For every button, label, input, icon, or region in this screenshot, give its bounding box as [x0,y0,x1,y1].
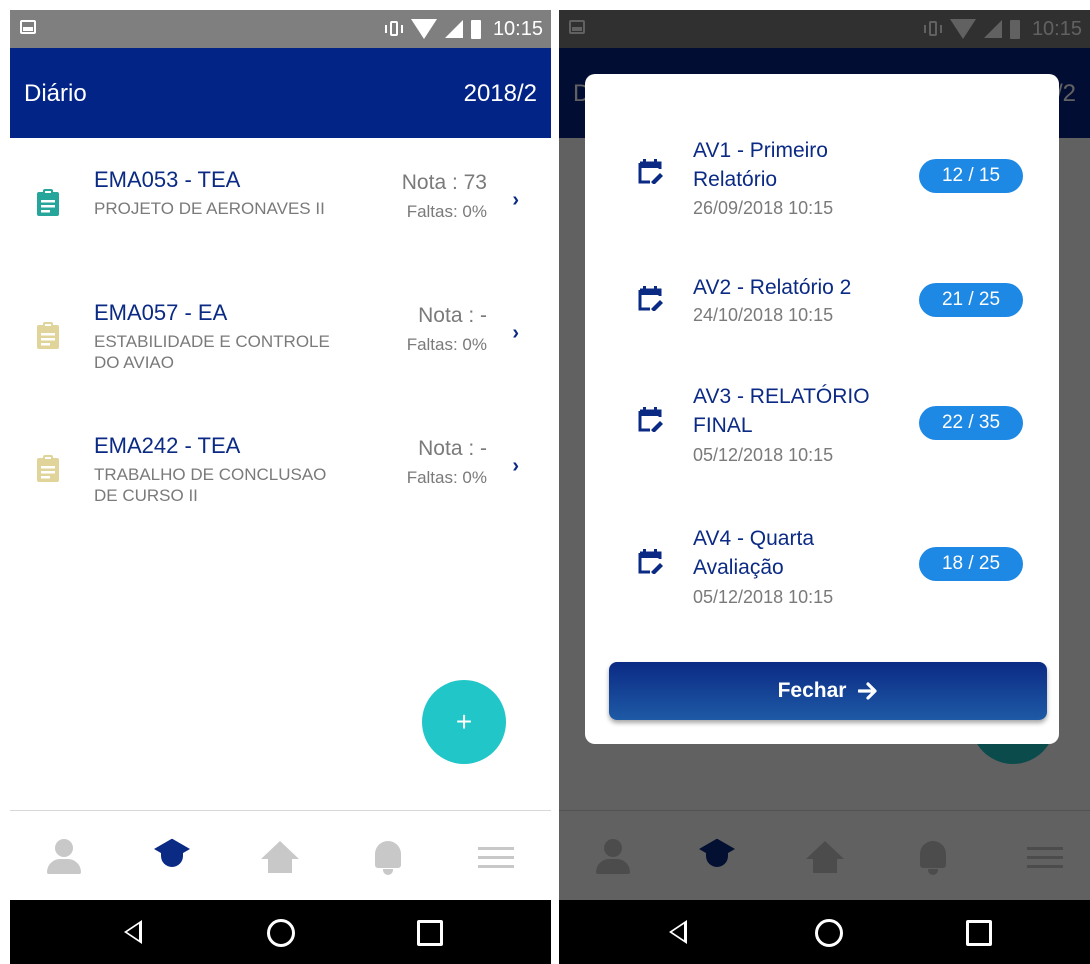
status-time: 10:15 [492,17,543,40]
back-icon[interactable] [669,920,687,944]
person-icon[interactable] [44,839,84,875]
bottom-navigation [10,810,551,901]
close-button[interactable]: Fechar [609,662,1047,720]
home-icon[interactable] [260,839,300,875]
term-label: 2018/2 [463,80,537,107]
course-absences: Faltas: 0% [406,468,487,487]
clipboard-icon [37,455,59,482]
score-badge: 18 / 25 [919,547,1023,581]
image-notification-icon [20,20,36,34]
course-grade: Nota : - [418,437,487,460]
status-bar: 10:15 [10,10,551,48]
course-name: ESTABILIDADE E CONTROLE DO AVIAO [94,332,330,372]
arrow-right-icon [858,682,878,700]
phone-screen-course-list: 10:15 Diário 2018/2 EMA053 - TEA PROJETO… [10,10,551,964]
course-name: PROJETO DE AERONAVES II [94,199,325,218]
course-code: EMA242 - TEA [94,433,241,458]
course-code: EMA053 - TEA [94,167,241,192]
evaluation-item: AV1 - Primeiro Relatório 26/09/2018 10:1… [585,136,1059,256]
course-name: TRABALHO DE CONCLUSAO DE CURSO II [94,465,327,505]
clipboard-icon [37,322,59,349]
calendar-edit-icon [638,407,663,432]
recent-apps-icon[interactable] [966,920,992,946]
system-navigation-bar [10,900,551,964]
calendar-edit-icon [638,286,663,311]
course-code: EMA057 - EA [94,300,228,325]
evaluation-date: 26/09/2018 10:15 [693,198,834,218]
chevron-right-icon: › [512,322,519,344]
system-navigation-bar [559,900,1090,964]
course-absences: Faltas: 0% [406,202,487,221]
phone-screen-evaluations-dialog: 10:15 Diário 2018/2 + [559,10,1090,964]
evaluation-title: AV1 - Primeiro Relatório [693,139,828,191]
evaluation-title: AV3 - RELATÓRIO FINAL [693,385,870,437]
clipboard-icon [37,189,59,216]
course-grade: Nota : - [418,304,487,327]
signal-icon [444,20,463,38]
menu-icon[interactable] [476,839,516,875]
evaluation-date: 24/10/2018 10:15 [693,305,834,325]
chevron-right-icon: › [512,189,519,211]
wifi-icon [410,19,437,39]
course-item-ema242[interactable]: EMA242 - TEA TRABALHO DE CONCLUSAO DE CU… [10,433,551,553]
recent-apps-icon[interactable] [417,920,443,946]
score-badge: 12 / 15 [919,159,1023,193]
score-badge: 21 / 25 [919,283,1023,317]
evaluation-title: AV2 - Relatório 2 [693,276,852,299]
app-bar: Diário 2018/2 [10,48,551,138]
evaluation-item: AV2 - Relatório 2 24/10/2018 10:15 21 / … [585,273,1059,393]
score-badge: 22 / 35 [919,406,1023,440]
course-item-ema057[interactable]: EMA057 - EA ESTABILIDADE E CONTROLE DO A… [10,300,551,420]
add-fab-button[interactable]: + [422,680,506,764]
calendar-edit-icon [638,549,663,574]
course-grade: Nota : 73 [401,171,487,194]
evaluation-title: AV4 - Quarta Avaliação [693,527,814,579]
calendar-edit-icon [638,159,663,184]
close-button-label: Fechar [777,679,847,702]
chevron-right-icon: › [512,455,519,477]
battery-icon [470,19,481,39]
home-circle-icon[interactable] [815,919,843,947]
graduation-cap-icon[interactable] [152,838,192,875]
home-circle-icon[interactable] [267,919,295,947]
back-icon[interactable] [124,920,142,944]
evaluations-dialog: AV1 - Primeiro Relatório 26/09/2018 10:1… [585,74,1059,744]
evaluation-date: 05/12/2018 10:15 [693,587,834,607]
course-absences: Faltas: 0% [406,335,487,354]
vibrate-icon [384,20,403,38]
bell-icon[interactable] [368,839,408,875]
course-item-ema053[interactable]: EMA053 - TEA PROJETO DE AERONAVES II Not… [10,167,551,287]
page-title: Diário [24,80,87,107]
evaluation-item: AV4 - Quarta Avaliação 05/12/2018 10:15 … [585,524,1059,644]
evaluation-date: 05/12/2018 10:15 [693,445,834,465]
evaluation-item: AV3 - RELATÓRIO FINAL 05/12/2018 10:15 2… [585,382,1059,502]
